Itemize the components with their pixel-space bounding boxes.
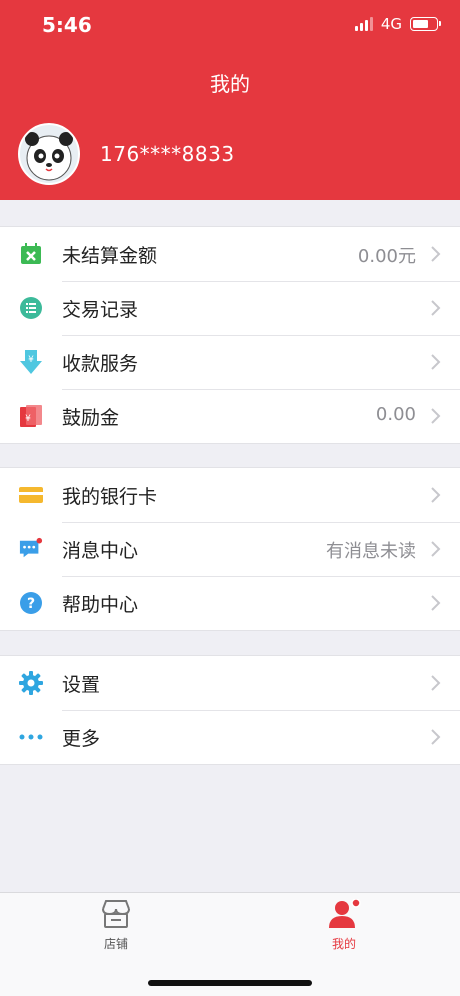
menu-item-label: 帮助中心 [62, 594, 139, 616]
unsettled-amount-value: 0.00元 [357, 246, 416, 267]
chevron-right-icon [431, 487, 441, 503]
chevron-right-icon [431, 675, 441, 691]
panda-avatar-icon [25, 132, 73, 181]
status-bar: 5:46 4G [0, 0, 460, 50]
svg-text:¥: ¥ [28, 355, 34, 365]
list-icon [19, 296, 43, 320]
menu-item-transaction-records[interactable]: 交易记录 [0, 281, 460, 335]
battery-icon [410, 17, 441, 31]
profile-header: 5:46 4G 我的 176****8833 [0, 0, 460, 200]
message-status: 有消息未读 [326, 541, 416, 562]
person-icon [329, 898, 361, 928]
menu-group-finance: 未结算金额 0.00元 交易记录 ¥ 收款服务 ¥ 鼓励金 0.00 [0, 226, 460, 444]
menu-item-bank-card[interactable]: 我的银行卡 [0, 468, 460, 522]
menu-group-system: 设置 更多 [0, 655, 460, 765]
more-dots-icon [19, 725, 43, 749]
signal-icon [354, 17, 373, 31]
chevron-right-icon [431, 300, 441, 316]
status-indicators: 4G [354, 15, 441, 33]
calendar-x-icon [19, 242, 43, 266]
menu-item-label: 设置 [62, 674, 101, 696]
menu-item-more[interactable]: 更多 [0, 710, 460, 764]
menu-item-label: 鼓励金 [62, 407, 120, 429]
tab-label: 我的 [331, 937, 356, 951]
tab-mine[interactable]: 我的 [294, 898, 394, 952]
page-title: 我的 [210, 72, 250, 96]
svg-text:?: ? [27, 596, 35, 612]
status-time: 5:46 [42, 13, 92, 37]
user-phone: 176****8833 [100, 142, 235, 166]
gear-icon [19, 671, 43, 695]
avatar[interactable] [18, 123, 80, 185]
menu-item-message-center[interactable]: 消息中心 有消息未读 [0, 522, 460, 576]
menu-item-settings[interactable]: 设置 [0, 656, 460, 710]
chevron-right-icon [431, 541, 441, 557]
network-label: 4G [380, 15, 402, 33]
red-envelope-icon: ¥ [19, 404, 43, 428]
menu-item-incentive[interactable]: ¥ 鼓励金 0.00 [0, 389, 460, 443]
chevron-right-icon [431, 729, 441, 745]
menu-item-label: 未结算金额 [62, 245, 158, 267]
home-indicator [148, 980, 312, 986]
menu-item-unsettled-amount[interactable]: 未结算金额 0.00元 [0, 227, 460, 281]
message-icon [19, 537, 43, 561]
tab-store[interactable]: 店铺 [66, 899, 166, 952]
chevron-right-icon [431, 408, 441, 424]
menu-item-label: 我的银行卡 [62, 486, 158, 508]
menu-item-label: 更多 [62, 728, 101, 750]
store-icon [102, 900, 130, 928]
menu-item-label: 消息中心 [62, 540, 139, 562]
menu-item-label: 交易记录 [62, 299, 139, 321]
chevron-right-icon [431, 246, 441, 262]
menu-item-label: 收款服务 [62, 353, 139, 375]
svg-text:¥: ¥ [25, 414, 31, 424]
menu-item-payment-service[interactable]: ¥ 收款服务 [0, 335, 460, 389]
menu-item-help-center[interactable]: ? 帮助中心 [0, 576, 460, 630]
bank-card-icon [19, 483, 43, 507]
chevron-right-icon [431, 595, 441, 611]
incentive-value: 0.00 [375, 404, 416, 425]
menu-group-account: 我的银行卡 消息中心 有消息未读 ? 帮助中心 [0, 467, 460, 631]
yuan-download-icon: ¥ [19, 350, 43, 374]
help-icon: ? [19, 591, 43, 615]
tab-label: 店铺 [103, 937, 128, 951]
chevron-right-icon [431, 354, 441, 370]
